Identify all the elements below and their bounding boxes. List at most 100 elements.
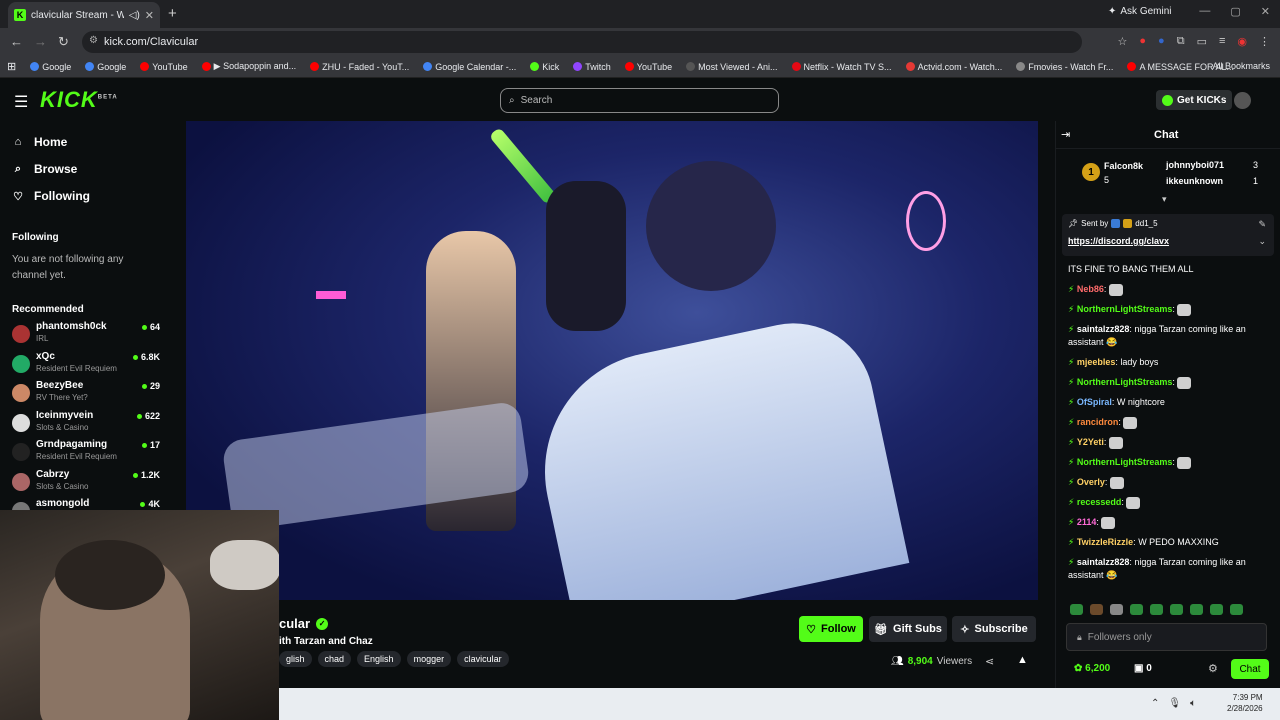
url-bar[interactable]: ⚙ kick.com/Clavicular bbox=[82, 31, 1082, 53]
back-icon[interactable]: ← bbox=[10, 34, 23, 49]
bookmark-item[interactable]: Actvid.com - Watch... bbox=[899, 61, 1010, 72]
system-clock[interactable]: 7:39 PM 2/28/2026 bbox=[1227, 692, 1263, 714]
leaderboard-user[interactable]: Falcon8k bbox=[1104, 161, 1143, 171]
video-player[interactable] bbox=[186, 121, 1038, 600]
all-bookmarks[interactable]: All Bookmarks bbox=[1212, 61, 1270, 71]
chat-username[interactable]: saintalzz828 bbox=[1077, 324, 1130, 334]
emote-icon[interactable] bbox=[1170, 604, 1183, 615]
more-icon[interactable]: ⋮ bbox=[1259, 35, 1270, 48]
share-icon[interactable]: ⋖ bbox=[985, 655, 994, 668]
minimize-icon[interactable]: — bbox=[1199, 5, 1210, 18]
emote-icon[interactable] bbox=[1210, 604, 1223, 615]
reload-icon[interactable]: ↻ bbox=[58, 34, 69, 50]
send-chat-button[interactable]: Chat bbox=[1231, 659, 1269, 679]
stream-tag[interactable]: mogger bbox=[406, 651, 452, 667]
puzzle-icon[interactable]: ⧉ bbox=[1177, 35, 1185, 48]
bookmark-item[interactable]: Kick bbox=[523, 61, 566, 72]
kick-logo[interactable]: KICKBETA bbox=[40, 87, 118, 113]
sidebar-item-following[interactable]: ♡ Following bbox=[12, 189, 90, 203]
cast-icon[interactable]: ▭ bbox=[1197, 35, 1207, 48]
stream-tag[interactable]: English bbox=[357, 651, 401, 667]
recommended-channel[interactable]: xQc Resident Evil Requiem 6.8K bbox=[12, 351, 160, 379]
chat-username[interactable]: OfSpiral bbox=[1077, 397, 1112, 407]
ask-gemini-button[interactable]: ✦ Ask Gemini bbox=[1108, 6, 1172, 17]
bookmark-star-icon[interactable]: ☆ bbox=[1118, 35, 1128, 48]
search-bar[interactable]: ⌕ bbox=[500, 88, 779, 113]
chevron-down-icon[interactable]: ⌄ bbox=[1258, 236, 1266, 247]
leaderboard-user[interactable]: ikkeunknown bbox=[1166, 176, 1223, 186]
bookmark-item[interactable]: YouTube bbox=[133, 61, 194, 72]
chat-username[interactable]: NorthernLightStreams bbox=[1077, 377, 1173, 387]
browser-tab[interactable]: K clavicular Stream - Watch L ◁) ✕ bbox=[8, 2, 160, 28]
chat-username[interactable]: Y2Yeti bbox=[1077, 437, 1104, 447]
recommended-channel[interactable]: Cabrzy Slots & Casino 1.2K bbox=[12, 469, 160, 497]
maximize-icon[interactable]: ▢ bbox=[1230, 5, 1240, 18]
chat-username[interactable]: rancidron bbox=[1077, 417, 1119, 427]
collapse-chat-icon[interactable]: ⇥ bbox=[1061, 128, 1070, 141]
emote-icon[interactable] bbox=[1110, 604, 1123, 615]
chat-username[interactable]: 2114 bbox=[1077, 517, 1097, 527]
audio-icon[interactable]: ◁) bbox=[129, 10, 140, 21]
hamburger-menu-icon[interactable]: ☰ bbox=[14, 92, 28, 112]
menu-lines-icon[interactable]: ≡ bbox=[1219, 35, 1225, 48]
recommended-channel[interactable]: BeezyBee RV There Yet? 29 bbox=[12, 380, 160, 408]
chat-username[interactable]: recessedd bbox=[1077, 497, 1122, 507]
unpin-icon[interactable]: ✎ bbox=[1258, 219, 1266, 230]
emote-icon[interactable] bbox=[1190, 604, 1203, 615]
speaker-icon[interactable]: 🔈︎ bbox=[1190, 698, 1196, 709]
apps-icon[interactable]: ⊞ bbox=[0, 60, 23, 73]
kick-points[interactable]: ✿ 6,200 bbox=[1074, 663, 1110, 674]
emote-icon[interactable] bbox=[1150, 604, 1163, 615]
sidebar-item-browse[interactable]: ⌕ Browse bbox=[12, 162, 77, 176]
chat-username[interactable]: TwizzleRizzle bbox=[1077, 537, 1133, 547]
site-info-icon[interactable]: ⚙ bbox=[89, 35, 98, 46]
bookmark-item[interactable]: Twitch bbox=[566, 61, 618, 72]
pinned-link[interactable]: https://discord.gg/clavx bbox=[1068, 236, 1169, 246]
bookmark-item[interactable]: ▶ Sodapoppin and... bbox=[195, 61, 304, 72]
profile-icon[interactable]: ◉ bbox=[1237, 35, 1247, 48]
bookmark-item[interactable]: Google Calendar -... bbox=[416, 61, 523, 72]
sidebar-item-home[interactable]: ⌂ Home bbox=[12, 135, 68, 149]
subscribe-button[interactable]: ✧ Subscribe bbox=[952, 616, 1036, 642]
emote-icon[interactable] bbox=[1230, 604, 1243, 615]
expand-leaderboard-icon[interactable]: ▾ bbox=[1162, 194, 1167, 205]
emote-icon[interactable] bbox=[1090, 604, 1103, 615]
close-tab-icon[interactable]: ✕ bbox=[145, 9, 154, 22]
chat-input-box[interactable]: 🔒︎ bbox=[1066, 623, 1267, 651]
bookmark-item[interactable]: Google bbox=[23, 61, 78, 72]
chat-username[interactable]: mjeebles bbox=[1077, 357, 1116, 367]
pinned-username[interactable]: dd1_5 bbox=[1135, 219, 1157, 228]
recommended-channel[interactable]: phantomsh0ck IRL 64 bbox=[12, 321, 160, 349]
report-icon[interactable]: ▲ bbox=[1017, 654, 1028, 666]
bookmark-item[interactable]: Fmovies - Watch Fr... bbox=[1009, 61, 1120, 72]
leaderboard-user[interactable]: johnnyboi071 bbox=[1166, 160, 1224, 170]
new-tab-button[interactable]: + bbox=[168, 5, 177, 22]
chevron-up-icon[interactable]: ⌃ bbox=[1151, 698, 1159, 709]
bookmark-item[interactable]: Google bbox=[78, 61, 133, 72]
extension-icon[interactable]: ● bbox=[1158, 35, 1165, 48]
gift-count[interactable]: ▣ 0 bbox=[1134, 663, 1152, 674]
emote-icon[interactable] bbox=[1130, 604, 1143, 615]
stream-tag[interactable]: chad bbox=[317, 651, 352, 667]
chat-username[interactable]: saintalzz828 bbox=[1077, 557, 1130, 567]
follow-button[interactable]: ♡ Follow bbox=[799, 616, 863, 642]
recommended-channel[interactable]: Iceinmyvein Slots & Casino 622 bbox=[12, 410, 160, 438]
chat-username[interactable]: Overly bbox=[1077, 477, 1105, 487]
chat-username[interactable]: NorthernLightStreams bbox=[1077, 457, 1173, 467]
bookmark-item[interactable]: Most Viewed - Ani... bbox=[679, 61, 784, 72]
stream-tag[interactable]: clavicular bbox=[457, 651, 509, 667]
bookmark-item[interactable]: ZHU - Faded - YouT... bbox=[303, 61, 416, 72]
forward-icon[interactable]: → bbox=[34, 34, 47, 49]
get-kicks-button[interactable]: Get KICKs bbox=[1156, 90, 1233, 110]
close-window-icon[interactable]: ✕ bbox=[1261, 5, 1270, 18]
microphone-icon[interactable]: 🎙︎ bbox=[1168, 698, 1181, 709]
chat-username[interactable]: Neb86 bbox=[1077, 284, 1104, 294]
recommended-channel[interactable]: Grndpagaming Resident Evil Requiem 17 bbox=[12, 439, 160, 467]
search-input[interactable] bbox=[520, 95, 778, 106]
chat-username[interactable]: NorthernLightStreams bbox=[1077, 304, 1173, 314]
chat-input[interactable] bbox=[1087, 631, 1266, 643]
gift-subs-button[interactable]: 🎁︎ Gift Subs bbox=[869, 616, 947, 642]
emote-icon[interactable] bbox=[1070, 604, 1083, 615]
bookmark-item[interactable]: Netflix - Watch TV S... bbox=[785, 61, 899, 72]
extension-icon[interactable]: ● bbox=[1139, 35, 1146, 48]
